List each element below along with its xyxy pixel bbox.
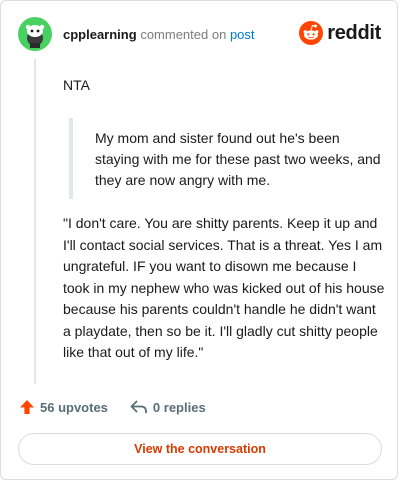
reply-count: 0 replies bbox=[152, 399, 206, 415]
snoo-avatar-icon bbox=[18, 17, 52, 51]
replies-button[interactable]: 0 replies bbox=[130, 400, 206, 415]
upvote-count: 56 upvotes bbox=[40, 399, 108, 415]
comment-verdict: NTA bbox=[63, 77, 90, 93]
comment-body: NTA My mom and sister found out he's bee… bbox=[63, 75, 385, 364]
thread-line bbox=[34, 59, 36, 384]
action-text: commented on bbox=[140, 27, 227, 42]
comment-text: "I don't care. You are shitty parents. K… bbox=[63, 215, 385, 360]
reddit-logo-icon bbox=[299, 21, 324, 45]
view-conversation-button[interactable]: View the conversation bbox=[18, 433, 382, 465]
username-link[interactable]: cpplearning bbox=[63, 27, 137, 42]
comment-embed-card: cpplearning commented on post reddit NTA… bbox=[0, 0, 398, 480]
comment-header: cpplearning commented on post bbox=[63, 27, 255, 43]
post-link[interactable]: post bbox=[230, 27, 255, 42]
brand-wordmark: reddit bbox=[327, 21, 381, 44]
action-bar: 56 upvotes 0 replies bbox=[19, 399, 228, 415]
reply-arrow-icon bbox=[130, 400, 147, 414]
quote-text: My mom and sister found out he's been st… bbox=[95, 130, 381, 188]
upvote-button[interactable]: 56 upvotes bbox=[19, 399, 108, 415]
reddit-brand[interactable]: reddit bbox=[299, 21, 381, 45]
user-avatar[interactable] bbox=[18, 17, 52, 51]
upvote-arrow-icon bbox=[20, 400, 34, 414]
blockquote: My mom and sister found out he's been st… bbox=[69, 118, 385, 199]
